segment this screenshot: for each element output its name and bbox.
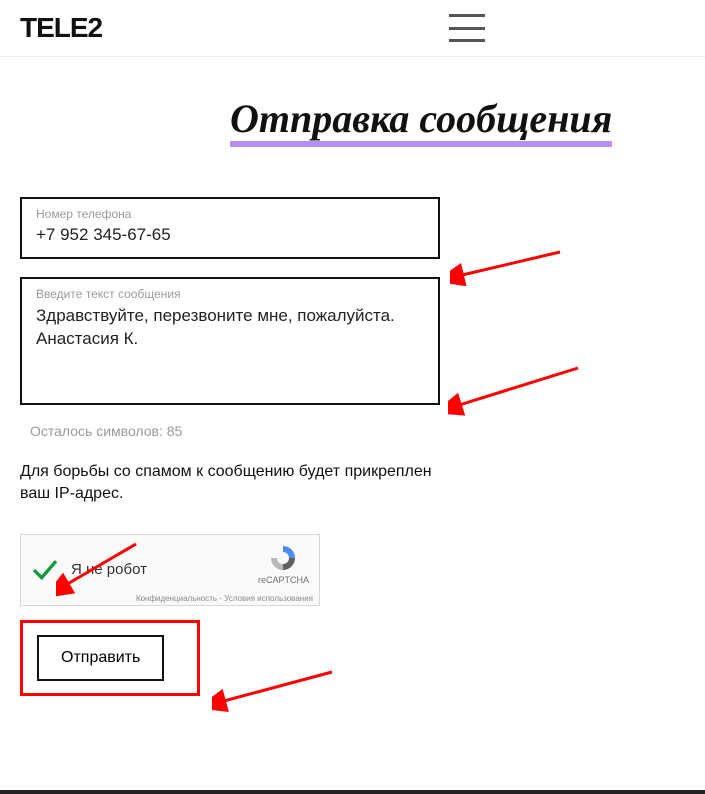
page-title: Отправка сообщения [230, 97, 612, 147]
menu-hamburger-icon[interactable] [449, 14, 485, 42]
recaptcha-terms: Конфиденциальность - Условия использован… [21, 594, 319, 603]
recaptcha-widget[interactable]: Я не робот reCAPTCHA Конфиденциальность … [20, 534, 320, 606]
header: TELE2 [0, 0, 705, 57]
message-textarea[interactable] [36, 305, 424, 397]
recaptcha-brand-text: reCAPTCHA [258, 575, 309, 585]
message-label: Введите текст сообщения [36, 287, 424, 301]
info-text: Для борьбы со спамом к сообщению будет п… [20, 461, 460, 506]
phone-input[interactable] [36, 225, 424, 245]
char-count: Осталось символов: 85 [30, 423, 685, 439]
submit-button[interactable]: Отправить [37, 635, 164, 681]
content: Отправка сообщения Номер телефона Введит… [0, 57, 705, 716]
message-field-group: Введите текст сообщения [20, 277, 440, 405]
phone-label: Номер телефона [36, 207, 424, 221]
recaptcha-logo-icon [268, 543, 298, 573]
recaptcha-label: Я не робот [71, 561, 147, 578]
phone-field-group: Номер телефона [20, 197, 440, 259]
submit-highlight-box: Отправить [20, 620, 200, 696]
footer-divider [0, 790, 705, 794]
logo: TELE2 [20, 12, 102, 44]
recaptcha-check-icon [31, 556, 59, 584]
recaptcha-brand: reCAPTCHA [258, 543, 309, 585]
